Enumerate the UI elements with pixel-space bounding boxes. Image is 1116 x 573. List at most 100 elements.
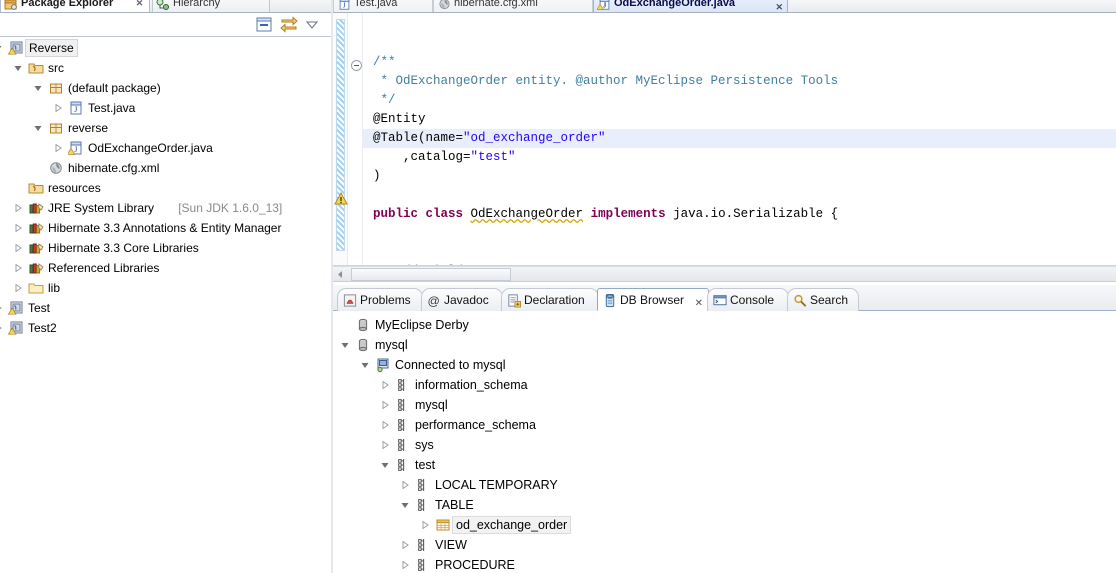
bottom-tab-problems[interactable]: Problems — [337, 288, 423, 311]
chevron-right-icon[interactable] — [14, 284, 22, 292]
package-tree-item-row[interactable]: src — [0, 58, 333, 78]
scrollbar-thumb[interactable] — [351, 268, 511, 281]
chevron-right-icon[interactable] — [381, 441, 389, 449]
package-tree-item-row[interactable]: Referenced Libraries — [0, 258, 333, 278]
db-tree-item-row[interactable]: VIEW — [333, 535, 1116, 555]
chevron-right-icon[interactable] — [14, 244, 22, 252]
bottom-tab-declaration[interactable]: Declaration — [501, 288, 599, 311]
tab-hierarchy[interactable]: Hierarchy — [152, 0, 270, 12]
hierarchy-icon — [156, 0, 170, 11]
chevron-down-icon[interactable] — [0, 44, 2, 52]
db-tree-item-row[interactable]: mysql — [333, 395, 1116, 415]
package-tree-item-row[interactable]: resources — [0, 178, 333, 198]
chevron-right-icon[interactable] — [381, 421, 389, 429]
db-tree-item-row[interactable]: performance_schema — [333, 415, 1116, 435]
schema-icon — [395, 437, 411, 453]
db-tree-item-row[interactable]: MyEclipse Derby — [333, 315, 1116, 335]
view-menu-icon[interactable] — [303, 16, 323, 34]
chevron-right-icon[interactable] — [0, 324, 2, 332]
chevron-down-icon[interactable] — [34, 84, 42, 92]
chevron-right-icon[interactable] — [401, 481, 409, 489]
package-tree-item-label-suffix: [Sun JDK 1.6.0_13] — [178, 201, 283, 215]
chevron-right-icon[interactable] — [14, 204, 22, 212]
chevron-down-icon[interactable] — [14, 64, 22, 72]
chevron-right-icon[interactable] — [401, 561, 409, 569]
package-tree-item-row[interactable]: Hibernate 3.3 Annotations & Entity Manag… — [0, 218, 333, 238]
package-tree-item-row[interactable]: lib — [0, 278, 333, 298]
chevron-down-icon[interactable] — [361, 361, 369, 369]
bottom-panel-tabbar[interactable]: Problems @ Javadoc Declaration DB Browser ✕ Co… — [333, 285, 1116, 311]
package-tree-item-row[interactable]: J OdExchangeOrder.java — [0, 138, 333, 158]
editor-tab-test-java[interactable]: J Test.java — [333, 0, 433, 12]
java-project-warning-icon — [8, 40, 24, 56]
db-browser-icon — [602, 293, 618, 308]
package-tree-item-row[interactable]: hibernate.cfg.xml — [0, 158, 333, 178]
db-tree-item-row[interactable]: od_exchange_order — [333, 515, 1116, 535]
chevron-down-icon[interactable] — [341, 341, 349, 349]
close-icon[interactable]: ✕ — [775, 0, 783, 12]
java-file-warning-icon: J — [597, 0, 612, 11]
tab-package-explorer[interactable]: Package Explorer ✕ — [0, 0, 150, 12]
code-token: java.io.Serializable { — [665, 207, 839, 221]
chevron-down-icon[interactable] — [34, 124, 42, 132]
library-icon — [28, 260, 44, 276]
package-tree-item-row[interactable]: Hibernate 3.3 Core Libraries — [0, 238, 333, 258]
package-explorer-tree[interactable]: Reverse src (default package) J Test.java rev… — [0, 38, 333, 573]
bottom-tab-search[interactable]: Search — [787, 288, 859, 311]
svg-text:J: J — [603, 2, 607, 10]
editor-tab-hibernate-cfg-xml[interactable]: hibernate.cfg.xml — [433, 0, 593, 12]
chevron-right-icon[interactable] — [54, 144, 62, 152]
editor-marker-ruler[interactable] — [333, 13, 348, 265]
bottom-tab-db-browser[interactable]: DB Browser ✕ — [597, 288, 709, 311]
chevron-right-icon[interactable] — [0, 304, 2, 312]
db-tree-item-row[interactable]: PROCEDURE — [333, 555, 1116, 573]
chevron-right-icon[interactable] — [421, 521, 429, 529]
library-icon — [28, 220, 44, 236]
warning-marker-icon[interactable] — [333, 191, 349, 207]
editor-tabbar[interactable]: J Test.java hibernate.cfg.xml J OdExchangeOr… — [333, 0, 1116, 13]
db-tree-item-row[interactable]: mysql — [333, 335, 1116, 355]
db-tree-item-row[interactable]: LOCAL TEMPORARY — [333, 475, 1116, 495]
folder-icon — [28, 280, 44, 296]
package-tree-item-row[interactable]: reverse — [0, 118, 333, 138]
db-tree-item-row[interactable]: information_schema — [333, 375, 1116, 395]
db-tree-item-row[interactable]: test — [333, 455, 1116, 475]
editor-horizontal-scrollbar[interactable] — [333, 266, 1116, 282]
chevron-down-icon[interactable] — [401, 501, 409, 509]
editor-folding-column[interactable] — [349, 13, 363, 265]
editor-code-content[interactable]: /** * OdExchangeOrder entity. @author My… — [363, 13, 1116, 265]
scroll-left-icon[interactable] — [335, 269, 346, 280]
collapse-all-icon[interactable] — [255, 16, 275, 34]
fold-collapse-icon[interactable] — [351, 60, 362, 71]
link-with-editor-icon[interactable] — [279, 16, 299, 34]
package-tree-item-row[interactable]: Test — [0, 298, 333, 318]
db-tree-item-row[interactable]: sys — [333, 435, 1116, 455]
chevron-right-icon[interactable] — [54, 104, 62, 112]
db-tree-item-row[interactable]: TABLE — [333, 495, 1116, 515]
db-tree-item-label: information_schema — [415, 378, 528, 392]
package-tree-item-label: reverse — [68, 121, 109, 135]
db-tree-item-row[interactable]: Connected to mysql — [333, 355, 1116, 375]
chevron-right-icon[interactable] — [401, 541, 409, 549]
chevron-right-icon[interactable] — [14, 224, 22, 232]
bottom-tab-javadoc[interactable]: @ Javadoc — [421, 288, 503, 311]
chevron-right-icon[interactable] — [381, 381, 389, 389]
db-browser-tree[interactable]: MyEclipse Derby mysql Connected to mysql in… — [333, 311, 1116, 573]
source-folder-icon — [28, 60, 44, 76]
close-icon[interactable]: ✕ — [134, 0, 145, 9]
editor-tab-odexchangeorder-java[interactable]: J OdExchangeOrder.java ✕ — [593, 0, 788, 12]
code-line: @Entity — [363, 110, 1116, 129]
package-tree-item-row[interactable]: Reverse — [0, 38, 333, 58]
chevron-down-icon[interactable] — [381, 461, 389, 469]
package-tree-item-row[interactable]: Test2 — [0, 318, 333, 338]
chevron-right-icon[interactable] — [381, 401, 389, 409]
bottom-tab-console[interactable]: Console — [707, 288, 789, 311]
db-tree-item-label: performance_schema — [415, 418, 536, 432]
package-tree-item-row[interactable]: (default package) — [0, 78, 333, 98]
package-tree-item-row[interactable]: J Test.java — [0, 98, 333, 118]
code-token: implements — [590, 207, 666, 221]
java-source-editor[interactable]: /** * OdExchangeOrder entity. @author My… — [333, 13, 1116, 266]
package-icon — [48, 120, 64, 136]
package-tree-item-row[interactable]: JRE System Library [Sun JDK 1.6.0_13] — [0, 198, 333, 218]
chevron-right-icon[interactable] — [14, 264, 22, 272]
